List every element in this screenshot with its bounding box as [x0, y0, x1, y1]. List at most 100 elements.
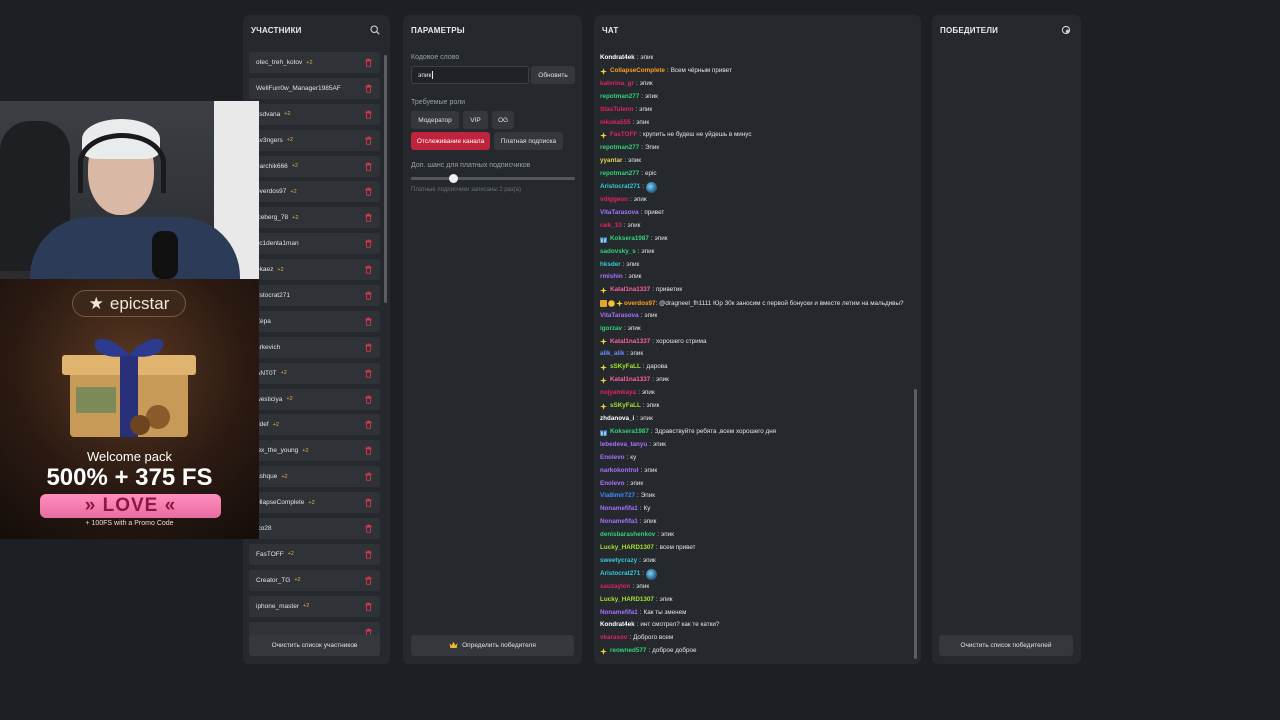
chat-username[interactable]: zhdanova_i — [600, 413, 634, 426]
participant-item[interactable]: ANT0T +2 — [249, 362, 380, 384]
chat-username[interactable]: Nonamefifa1 — [600, 503, 638, 516]
role-moderator-button[interactable]: Модератор — [411, 111, 459, 129]
chat-username[interactable]: sadovsky_s — [600, 246, 636, 259]
chat-username[interactable]: Lucky_HARD1307 — [600, 542, 654, 555]
chat-username[interactable]: raik_10 — [600, 220, 622, 233]
chat-username[interactable]: overdos97 — [624, 300, 656, 307]
chat-username[interactable]: rmishin — [600, 271, 623, 284]
role-vip-button[interactable]: VIP — [463, 111, 488, 129]
participant-item[interactable]: arkevich — [249, 336, 380, 358]
trash-icon[interactable] — [364, 187, 373, 197]
trash-icon[interactable] — [364, 343, 373, 352]
chat-username[interactable]: repotman277 — [600, 91, 639, 104]
participant-item[interactable]: Zepa — [249, 310, 380, 332]
chat-username[interactable]: Katal1na1337 — [610, 284, 650, 297]
chat-username[interactable]: sweetycrazy — [600, 555, 637, 568]
trash-icon[interactable] — [364, 550, 373, 559]
chat-username[interactable]: Aristocrat271 — [600, 568, 640, 581]
chat-username[interactable]: StasTulenn — [600, 104, 633, 117]
trash-icon[interactable] — [364, 472, 373, 481]
chat-scrollbar[interactable] — [914, 389, 917, 659]
trash-icon[interactable] — [364, 265, 373, 274]
participant-item[interactable]: ristocrat271 — [249, 285, 380, 307]
participant-item[interactable]: earchik666 +2 — [249, 155, 380, 177]
chat-username[interactable]: narkokontrol — [600, 465, 639, 478]
chat-username[interactable]: igorzav — [600, 323, 622, 336]
chat-username[interactable]: FasTOFF — [610, 129, 637, 142]
trash-icon[interactable] — [364, 369, 373, 378]
chat-username[interactable]: reowned577 — [610, 645, 646, 658]
trash-icon[interactable] — [364, 602, 373, 611]
pick-winner-button[interactable]: Определить победителя — [411, 635, 574, 656]
participant-item[interactable]: cc1denta1man — [249, 233, 380, 255]
paid-sub-button[interactable]: Платная подписка — [494, 132, 563, 150]
refresh-icon[interactable] — [1059, 23, 1073, 37]
chat-username[interactable]: repotman277 — [600, 142, 639, 155]
trash-icon[interactable] — [364, 395, 373, 404]
trash-icon[interactable] — [364, 291, 373, 300]
chat-username[interactable]: Vla8imir727 — [600, 490, 635, 503]
participant-item[interactable]: ollapseComplete +2 — [249, 492, 380, 514]
participant-item[interactable]: iphone_master +2 — [249, 595, 380, 617]
update-button[interactable]: Обновить — [531, 66, 575, 84]
trash-icon[interactable] — [364, 58, 373, 67]
follow-channel-button[interactable]: Отслеживание канала — [411, 132, 490, 150]
chat-username[interactable]: Enolevo — [600, 478, 625, 491]
role-og-button[interactable]: OG — [492, 111, 514, 129]
chat-username[interactable]: lebedeva_tanyu — [600, 439, 647, 452]
chat-username[interactable]: Koksera1987 — [610, 233, 649, 246]
chat-username[interactable]: nojyamkaya — [600, 387, 636, 400]
chance-slider-knob[interactable] — [449, 174, 459, 183]
participant-item[interactable]: av3ngers +2 — [249, 129, 380, 151]
codeword-input[interactable]: эпик — [411, 66, 529, 84]
trash-icon[interactable] — [364, 110, 373, 119]
trash-icon[interactable] — [364, 420, 373, 430]
chat-username[interactable]: repotman277 — [600, 168, 639, 181]
chat-username[interactable]: sauzaylon — [600, 581, 630, 594]
participant-item[interactable]: Creator_TG +2 — [249, 569, 380, 591]
chat-username[interactable]: vdiggeon — [600, 194, 628, 207]
trash-icon[interactable] — [364, 498, 373, 507]
chat-username[interactable]: VitaTarasova — [600, 310, 639, 323]
clear-participants-button[interactable]: Очистить список участников — [249, 635, 380, 656]
trash-icon[interactable] — [364, 162, 373, 171]
participant-item[interactable]: FasTOFF +2 — [249, 543, 380, 565]
participants-scrollbar[interactable] — [384, 55, 387, 303]
chat-username[interactable]: hksder — [600, 259, 621, 272]
search-icon[interactable] — [368, 23, 382, 37]
chat-username[interactable]: VitaTarasova — [600, 207, 639, 220]
participant-item[interactable]: ksdvana +2 — [249, 103, 380, 125]
chat-username[interactable]: sSKyFaLL — [610, 400, 641, 413]
trash-icon[interactable] — [364, 446, 373, 456]
chat-username[interactable]: Lucky_HARD1307 — [600, 594, 654, 607]
chat-username[interactable]: CollapseComplete — [610, 65, 665, 78]
chat-username[interactable]: Kondrat4ek — [600, 619, 635, 632]
chat-username[interactable]: Nonamefifa1 — [600, 516, 638, 529]
participant-item[interactable]: otec_treh_kotov +2 — [249, 52, 380, 73]
participant-item[interactable]: westiciya +2 — [249, 388, 380, 410]
trash-icon[interactable] — [364, 239, 373, 248]
chat-username[interactable]: Katal1na1337 — [610, 336, 650, 349]
clear-winners-button[interactable]: Очистить список победителей — [939, 635, 1073, 656]
trash-icon[interactable] — [364, 136, 373, 145]
chat-username[interactable]: sSKyFaLL — [610, 361, 641, 374]
chat-username[interactable]: yyantar — [600, 155, 622, 168]
chat-username[interactable]: nikoka555 — [600, 117, 630, 130]
chat-username[interactable]: alik_alik — [600, 348, 625, 361]
participant-item[interactable]: lex_the_young +2 — [249, 440, 380, 462]
participant-item[interactable]: overdos97 +2 — [249, 181, 380, 203]
trash-icon[interactable] — [364, 317, 373, 326]
trash-icon[interactable] — [364, 213, 373, 223]
chat-username[interactable]: Aristocrat271 — [600, 181, 640, 194]
chat-username[interactable]: Koksera1987 — [610, 426, 649, 439]
chat-username[interactable]: Nonamefifa1 — [600, 607, 638, 620]
chat-username[interactable]: Enolevo — [600, 452, 625, 465]
participant-item[interactable]: ddef +2 — [249, 414, 380, 436]
chat-username[interactable]: Kondrat4ek — [600, 52, 635, 65]
trash-icon[interactable] — [364, 84, 373, 93]
participant-item[interactable]: ashque +2 — [249, 466, 380, 488]
chat-username[interactable]: Katal1na1337 — [610, 374, 650, 387]
participant-item[interactable]: ekaez +2 — [249, 259, 380, 281]
chat-username[interactable]: denisbarashenkov — [600, 529, 655, 542]
chat-username[interactable]: katerina_gr — [600, 78, 634, 91]
